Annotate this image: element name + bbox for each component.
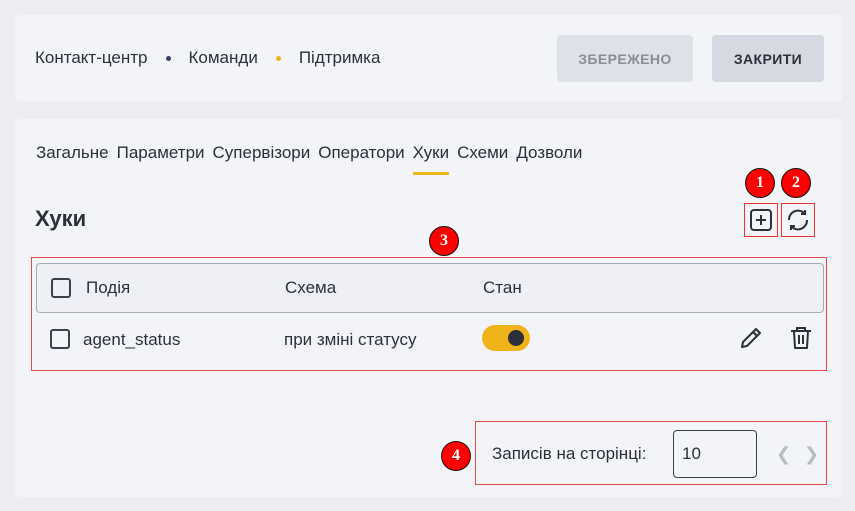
tab-operators[interactable]: Оператори	[318, 143, 404, 175]
rows-per-page-label: Записів на сторінці:	[492, 444, 647, 463]
state-toggle[interactable]	[482, 325, 530, 351]
plus-square-icon	[750, 209, 772, 231]
header-card: Контакт-центр Команди Підтримка ЗБЕРЕЖЕН…	[15, 15, 842, 101]
pagination: Записів на сторінці: ❮ ❯	[475, 421, 827, 485]
column-header-state: Стан	[483, 278, 522, 297]
row-checkbox[interactable]	[50, 329, 70, 349]
annotation-badge-1: 1	[745, 168, 775, 198]
tabs-bar: Загальне Параметри Супервізори Оператори…	[36, 143, 590, 175]
delete-button[interactable]	[786, 323, 816, 353]
trash-icon	[791, 327, 811, 349]
add-hook-button[interactable]	[744, 203, 778, 237]
tab-parameters[interactable]: Параметри	[117, 143, 205, 175]
tab-schemas[interactable]: Схеми	[457, 143, 508, 175]
select-all-checkbox[interactable]	[51, 278, 71, 298]
edit-button[interactable]	[736, 323, 766, 353]
breadcrumb-separator-dot	[275, 55, 281, 61]
refresh-button[interactable]	[781, 203, 815, 237]
toggle-knob	[508, 330, 524, 346]
breadcrumb: Контакт-центр Команди Підтримка	[35, 15, 398, 101]
main-card: Загальне Параметри Супервізори Оператори…	[15, 119, 842, 497]
tab-general[interactable]: Загальне	[36, 143, 109, 175]
annotation-badge-2: 2	[781, 168, 811, 198]
column-header-event: Подія	[86, 278, 131, 297]
chevron-left-icon[interactable]: ❮	[776, 444, 791, 465]
breadcrumb-teams[interactable]: Команди	[189, 48, 258, 68]
breadcrumb-separator-dot	[165, 55, 171, 61]
chevron-right-icon[interactable]: ❯	[804, 444, 819, 465]
section-title: Хуки	[35, 206, 87, 231]
breadcrumb-support: Підтримка	[298, 48, 381, 67]
tab-supervisors[interactable]: Супервізори	[213, 143, 311, 175]
tab-hooks[interactable]: Хуки	[412, 143, 450, 175]
table-row: agent_status при зміні статусу	[36, 318, 824, 364]
tab-permissions[interactable]: Дозволи	[516, 143, 582, 175]
rows-per-page-input[interactable]	[673, 430, 757, 478]
hooks-table: Подія Схема Стан agent_status при зміні …	[31, 257, 827, 371]
row-schema: при зміні статусу	[284, 330, 417, 349]
close-button[interactable]: ЗАКРИТИ	[712, 35, 824, 82]
annotation-badge-4: 4	[441, 441, 471, 471]
breadcrumb-contact-center[interactable]: Контакт-центр	[35, 48, 148, 68]
pencil-icon	[741, 328, 761, 348]
row-event: agent_status	[83, 330, 181, 349]
saved-button[interactable]: ЗБЕРЕЖЕНО	[557, 35, 693, 82]
refresh-icon	[787, 209, 809, 231]
column-header-schema: Схема	[285, 278, 337, 297]
table-header: Подія Схема Стан	[36, 263, 824, 313]
annotation-badge-3: 3	[429, 226, 459, 256]
